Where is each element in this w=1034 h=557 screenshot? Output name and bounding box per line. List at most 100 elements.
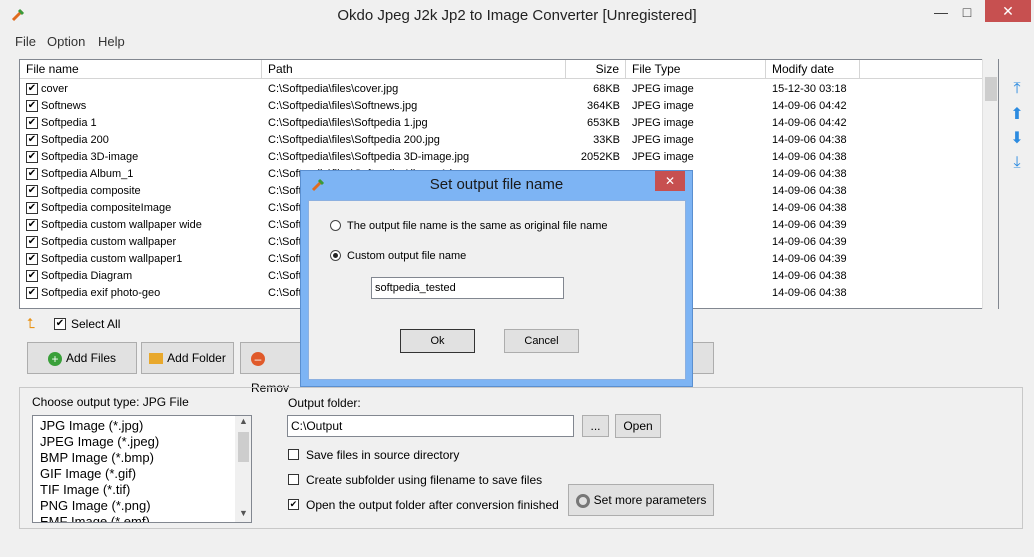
row-checkbox[interactable]: ✔ xyxy=(26,134,38,146)
file-path-cell: C:\Softpedia\files\cover.jpg xyxy=(268,83,399,95)
file-type-cell: JPEG image xyxy=(632,83,694,95)
file-date-cell: 14-09-06 04:42 xyxy=(772,117,847,129)
column-header-type[interactable]: File Type xyxy=(626,60,766,79)
up-folder-icon[interactable]: ⮤ xyxy=(27,316,43,330)
move-top-icon[interactable]: ⤒ xyxy=(1008,80,1026,98)
create-subfolder-checkbox[interactable] xyxy=(288,474,299,485)
row-checkbox[interactable]: ✔ xyxy=(26,202,38,214)
custom-name-radio[interactable] xyxy=(330,250,341,261)
dialog-close-button[interactable]: ✕ xyxy=(655,171,685,191)
table-row[interactable]: ✔ Softnews C:\Softpedia\files\Softnews.jpg… xyxy=(20,98,984,115)
move-bottom-icon[interactable]: ⤓ xyxy=(1008,154,1026,172)
dialog-cancel-button[interactable]: Cancel xyxy=(504,329,579,353)
browse-button[interactable]: ... xyxy=(582,415,609,437)
window-title: Okdo Jpeg J2k Jp2 to Image Converter [Un… xyxy=(337,7,697,24)
set-more-parameters-button[interactable]: Set more parameters xyxy=(568,484,714,516)
row-checkbox[interactable]: ✔ xyxy=(26,219,38,231)
row-checkbox[interactable]: ✔ xyxy=(26,270,38,282)
minimize-button[interactable]: — xyxy=(930,0,952,24)
file-date-cell: 14-09-06 04:38 xyxy=(772,287,847,299)
row-checkbox[interactable]: ✔ xyxy=(26,287,38,299)
create-subfolder-label: Create subfolder using filename to save … xyxy=(306,473,543,487)
menu-option[interactable]: Option xyxy=(47,34,85,49)
gear-icon xyxy=(575,493,590,508)
move-down-icon[interactable]: ⬇ xyxy=(1008,130,1026,148)
remove-icon: – xyxy=(251,351,265,366)
file-name-cell: Softnews xyxy=(41,100,87,112)
column-header-date[interactable]: Modify date xyxy=(766,60,860,79)
list-scrollbar[interactable] xyxy=(982,59,998,309)
file-path-cell: C:\Softpedia\files\Softpedia 200.jpg xyxy=(268,134,440,146)
menu-help[interactable]: Help xyxy=(98,34,125,49)
open-folder-button[interactable]: Open xyxy=(615,414,661,438)
table-row[interactable]: ✔ cover C:\Softpedia\files\cover.jpg 68KB JP… xyxy=(20,81,984,98)
custom-name-input[interactable]: softpedia_tested xyxy=(371,277,564,299)
scroll-down-icon[interactable]: ▼ xyxy=(235,508,251,522)
table-row[interactable]: ✔ Softpedia 1 C:\Softpedia\files\Softpedia… xyxy=(20,115,984,132)
add-folder-button[interactable]: Add Folder xyxy=(141,342,234,374)
output-folder-label: Output folder: xyxy=(288,396,361,410)
menu-file[interactable]: File xyxy=(15,34,36,49)
same-name-radio[interactable] xyxy=(330,220,341,231)
dialog-ok-button[interactable]: Ok xyxy=(400,329,475,353)
select-all-label: Select All xyxy=(71,317,121,331)
type-scroll-thumb[interactable] xyxy=(238,432,249,462)
file-date-cell: 14-09-06 04:42 xyxy=(772,100,847,112)
file-size-cell: 33KB xyxy=(593,134,620,146)
row-checkbox[interactable]: ✔ xyxy=(26,151,38,163)
same-name-label: The output file name is the same as orig… xyxy=(347,220,608,232)
row-checkbox[interactable]: ✔ xyxy=(26,185,38,197)
file-name-cell: Softpedia custom wallpaper1 xyxy=(41,253,183,265)
row-checkbox[interactable]: ✔ xyxy=(26,253,38,265)
file-date-cell: 14-09-06 04:39 xyxy=(772,253,847,265)
output-type-item[interactable]: EMF Image (*.emf) xyxy=(40,514,150,522)
column-header-size[interactable]: Size xyxy=(566,60,626,79)
save-in-source-checkbox[interactable] xyxy=(288,449,299,460)
remove-button[interactable]: –Remov xyxy=(240,342,302,395)
column-header-filler xyxy=(860,60,984,79)
select-all-checkbox[interactable]: ✔ xyxy=(54,318,66,330)
row-checkbox[interactable]: ✔ xyxy=(26,83,38,95)
file-name-cell: Softpedia Album_1 xyxy=(41,168,134,180)
row-checkbox[interactable]: ✔ xyxy=(26,236,38,248)
file-path-cell: C:\Softpedia\files\Softpedia 3D-image.jp… xyxy=(268,151,470,163)
output-folder-input[interactable]: C:\Output xyxy=(287,415,574,437)
row-checkbox[interactable]: ✔ xyxy=(26,168,38,180)
file-name-cell: Softpedia custom wallpaper xyxy=(41,236,177,248)
file-name-cell: Softpedia custom wallpaper wide xyxy=(41,219,202,231)
file-size-cell: 364KB xyxy=(586,100,620,112)
add-files-button[interactable]: + Add Files xyxy=(27,342,137,374)
scrollbar-thumb[interactable] xyxy=(985,77,997,101)
close-window-button[interactable]: ✕ xyxy=(985,0,1031,22)
output-type-item[interactable]: JPEG Image (*.jpeg) xyxy=(40,434,159,450)
move-up-icon[interactable]: ⬆ xyxy=(1008,106,1026,124)
custom-name-label: Custom output file name xyxy=(347,250,467,262)
file-size-cell: 68KB xyxy=(593,83,620,95)
file-date-cell: 14-09-06 04:38 xyxy=(772,168,847,180)
row-checkbox[interactable]: ✔ xyxy=(26,100,38,112)
open-after-checkbox[interactable]: ✔ xyxy=(288,499,299,510)
column-header-path[interactable]: Path xyxy=(262,60,566,79)
column-header-name[interactable]: File name xyxy=(20,60,262,79)
type-list-scrollbar[interactable]: ▲ ▼ xyxy=(235,416,251,522)
output-type-list[interactable]: JPG Image (*.jpg) JPEG Image (*.jpeg) BMP … xyxy=(32,415,252,523)
row-checkbox[interactable]: ✔ xyxy=(26,117,38,129)
output-type-item[interactable]: BMP Image (*.bmp) xyxy=(40,450,154,466)
output-type-item[interactable]: PNG Image (*.png) xyxy=(40,498,151,514)
menu-bar: File Option Help xyxy=(0,32,1034,52)
plus-icon: + xyxy=(47,351,62,366)
file-name-cell: Softpedia composite xyxy=(41,185,141,197)
file-name-cell: Softpedia 3D-image xyxy=(41,151,139,163)
output-type-label: Choose output type: JPG File xyxy=(32,395,189,409)
file-type-cell: JPEG image xyxy=(632,100,694,112)
table-row[interactable]: ✔ Softpedia 3D-image C:\Softpedia\files\So… xyxy=(20,149,984,166)
output-type-item[interactable]: JPG Image (*.jpg) xyxy=(40,418,143,434)
add-folder-label: Add Folder xyxy=(167,351,226,365)
output-type-item[interactable]: TIF Image (*.tif) xyxy=(40,482,130,498)
maximize-button[interactable]: □ xyxy=(956,0,978,24)
table-row[interactable]: ✔ Softpedia 200 C:\Softpedia\files\Softped… xyxy=(20,132,984,149)
file-date-cell: 14-09-06 04:38 xyxy=(772,134,847,146)
file-date-cell: 14-09-06 04:38 xyxy=(772,202,847,214)
scroll-up-icon[interactable]: ▲ xyxy=(235,416,251,430)
output-type-item[interactable]: GIF Image (*.gif) xyxy=(40,466,136,482)
